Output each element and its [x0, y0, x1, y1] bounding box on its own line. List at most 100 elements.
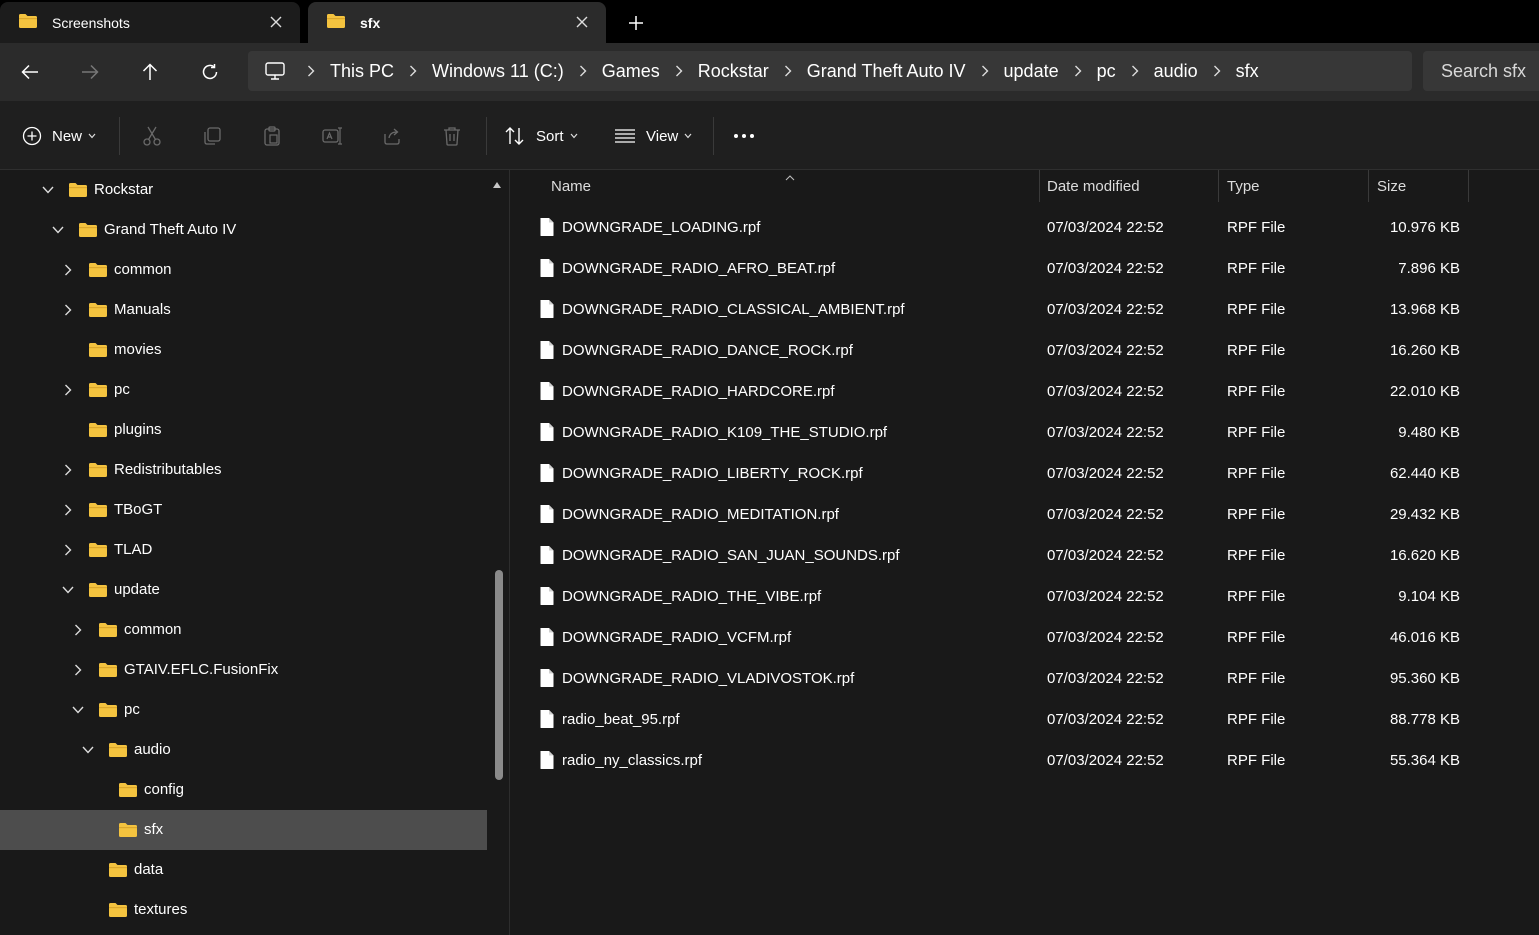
delete-icon[interactable]	[439, 123, 465, 149]
close-icon[interactable]	[264, 10, 288, 34]
tree-item-gta-iv[interactable]: Grand Theft Auto IV	[0, 210, 487, 250]
chevron-down-icon[interactable]	[60, 582, 76, 598]
chevron-right-icon[interactable]	[1061, 65, 1095, 77]
tab-sfx[interactable]: sfx	[308, 2, 606, 43]
tree-item-manuals[interactable]: Manuals	[0, 290, 487, 330]
file-row[interactable]: DOWNGRADE_RADIO_K109_THE_STUDIO.rpf 07/03…	[511, 413, 1539, 454]
chevron-right-icon[interactable]	[771, 65, 805, 77]
file-row[interactable]: DOWNGRADE_LOADING.rpf 07/03/2024 22:52 RPF…	[511, 208, 1539, 249]
tree-item-tbogt[interactable]: TBoGT	[0, 490, 487, 530]
tree-item-movies[interactable]: movies	[0, 330, 487, 370]
cut-icon[interactable]	[139, 123, 165, 149]
tab-screenshots[interactable]: Screenshots	[0, 2, 300, 43]
scroll-up-arrow-icon[interactable]	[492, 176, 502, 192]
file-row[interactable]: radio_ny_classics.rpf 07/03/2024 22:52 RPF…	[511, 741, 1539, 782]
file-size: 29.432 KB	[1389, 506, 1460, 523]
file-row[interactable]: DOWNGRADE_RADIO_HARDCORE.rpf 07/03/2024 2…	[511, 372, 1539, 413]
plus-icon	[629, 16, 643, 30]
address-bar[interactable]: This PC Windows 11 (C:) Games Rockstar G…	[248, 51, 1412, 91]
file-row[interactable]: DOWNGRADE_RADIO_SAN_JUAN_SOUNDS.rpf 07/03…	[511, 536, 1539, 577]
chevron-right-icon[interactable]	[294, 65, 328, 77]
breadcrumb-update[interactable]: update	[1002, 61, 1061, 82]
breadcrumb-this-pc[interactable]: This PC	[328, 61, 396, 82]
tree-item-sfx[interactable]: sfx	[0, 810, 487, 850]
tree-item-plugins[interactable]: plugins	[0, 410, 487, 450]
breadcrumb-gta-iv[interactable]: Grand Theft Auto IV	[805, 61, 968, 82]
chevron-down-icon[interactable]	[80, 742, 96, 758]
column-divider[interactable]	[1039, 170, 1040, 202]
chevron-down-icon[interactable]	[40, 182, 56, 198]
file-row[interactable]: DOWNGRADE_RADIO_VCFM.rpf 07/03/2024 22:52…	[511, 618, 1539, 659]
chevron-right-icon[interactable]	[60, 542, 76, 558]
chevron-right-icon[interactable]	[396, 65, 430, 77]
file-row[interactable]: DOWNGRADE_RADIO_DANCE_ROCK.rpf 07/03/2024…	[511, 331, 1539, 372]
column-header-type[interactable]: Type	[1227, 170, 1260, 202]
more-options-icon[interactable]	[731, 123, 757, 149]
chevron-right-icon[interactable]	[60, 502, 76, 518]
chevron-right-icon[interactable]	[1200, 65, 1234, 77]
chevron-down-icon[interactable]	[70, 702, 86, 718]
file-row[interactable]: radio_beat_95.rpf 07/03/2024 22:52 RPF Fil…	[511, 700, 1539, 741]
tree-item-audio[interactable]: audio	[0, 730, 487, 770]
column-divider[interactable]	[1368, 170, 1369, 202]
new-tab-button[interactable]	[620, 8, 652, 38]
file-row[interactable]: DOWNGRADE_RADIO_THE_VIBE.rpf 07/03/2024 2…	[511, 577, 1539, 618]
column-header-name[interactable]: Name	[551, 170, 591, 202]
tree-item-common[interactable]: common	[0, 250, 487, 290]
tree-item-tlad[interactable]: TLAD	[0, 530, 487, 570]
tab-strip: Screenshots sfx	[0, 0, 1539, 43]
chevron-right-icon[interactable]	[60, 462, 76, 478]
sidebar-scrollbar[interactable]	[495, 570, 503, 780]
refresh-button[interactable]	[190, 53, 230, 91]
breadcrumb-games[interactable]: Games	[600, 61, 662, 82]
column-divider[interactable]	[1468, 170, 1469, 202]
chevron-down-icon[interactable]	[50, 222, 66, 238]
rename-icon[interactable]	[319, 123, 345, 149]
new-button[interactable]: New	[22, 119, 96, 153]
file-row[interactable]: DOWNGRADE_RADIO_CLASSICAL_AMBIENT.rpf 07/…	[511, 290, 1539, 331]
file-row[interactable]: DOWNGRADE_RADIO_VLADIVOSTOK.rpf 07/03/202…	[511, 659, 1539, 700]
breadcrumb-rockstar[interactable]: Rockstar	[696, 61, 771, 82]
breadcrumb-audio[interactable]: audio	[1152, 61, 1200, 82]
chevron-right-icon[interactable]	[70, 622, 86, 638]
tree-item-config[interactable]: config	[0, 770, 487, 810]
tree-item-update-common[interactable]: common	[0, 610, 487, 650]
chevron-right-icon[interactable]	[60, 262, 76, 278]
share-icon[interactable]	[379, 123, 405, 149]
forward-button[interactable]	[70, 53, 110, 91]
sort-button[interactable]: Sort	[504, 119, 578, 153]
chevron-right-icon[interactable]	[60, 382, 76, 398]
back-button[interactable]	[10, 53, 50, 91]
chevron-right-icon[interactable]	[662, 65, 696, 77]
tree-item-textures[interactable]: textures	[0, 890, 487, 930]
arrow-right-icon	[82, 64, 99, 80]
chevron-right-icon[interactable]	[60, 302, 76, 318]
tree-item-data[interactable]: data	[0, 850, 487, 890]
tree-item-update[interactable]: update	[0, 570, 487, 610]
column-header-size[interactable]: Size	[1377, 170, 1406, 202]
paste-icon[interactable]	[259, 123, 285, 149]
up-button[interactable]	[130, 53, 170, 91]
computer-icon[interactable]	[262, 61, 288, 81]
copy-icon[interactable]	[199, 123, 225, 149]
breadcrumb-pc[interactable]: pc	[1095, 61, 1118, 82]
chevron-right-icon[interactable]	[1118, 65, 1152, 77]
close-icon[interactable]	[570, 10, 594, 34]
tree-item-update-pc[interactable]: pc	[0, 690, 487, 730]
column-divider[interactable]	[1218, 170, 1219, 202]
tree-item-redistributables[interactable]: Redistributables	[0, 450, 487, 490]
search-input[interactable]: Search sfx	[1423, 51, 1539, 91]
file-row[interactable]: DOWNGRADE_RADIO_LIBERTY_ROCK.rpf 07/03/20…	[511, 454, 1539, 495]
file-row[interactable]: DOWNGRADE_RADIO_AFRO_BEAT.rpf 07/03/2024 …	[511, 249, 1539, 290]
tree-item-pc[interactable]: pc	[0, 370, 487, 410]
chevron-right-icon[interactable]	[968, 65, 1002, 77]
chevron-right-icon[interactable]	[566, 65, 600, 77]
tree-item-fusionfix[interactable]: GTAIV.EFLC.FusionFix	[0, 650, 487, 690]
chevron-right-icon[interactable]	[70, 662, 86, 678]
view-button[interactable]: View	[614, 119, 692, 153]
breadcrumb-drive[interactable]: Windows 11 (C:)	[430, 61, 566, 82]
tree-item-rockstar[interactable]: Rockstar	[0, 170, 487, 210]
breadcrumb-sfx[interactable]: sfx	[1234, 61, 1261, 82]
file-row[interactable]: DOWNGRADE_RADIO_MEDITATION.rpf 07/03/2024…	[511, 495, 1539, 536]
column-header-date[interactable]: Date modified	[1047, 170, 1140, 202]
